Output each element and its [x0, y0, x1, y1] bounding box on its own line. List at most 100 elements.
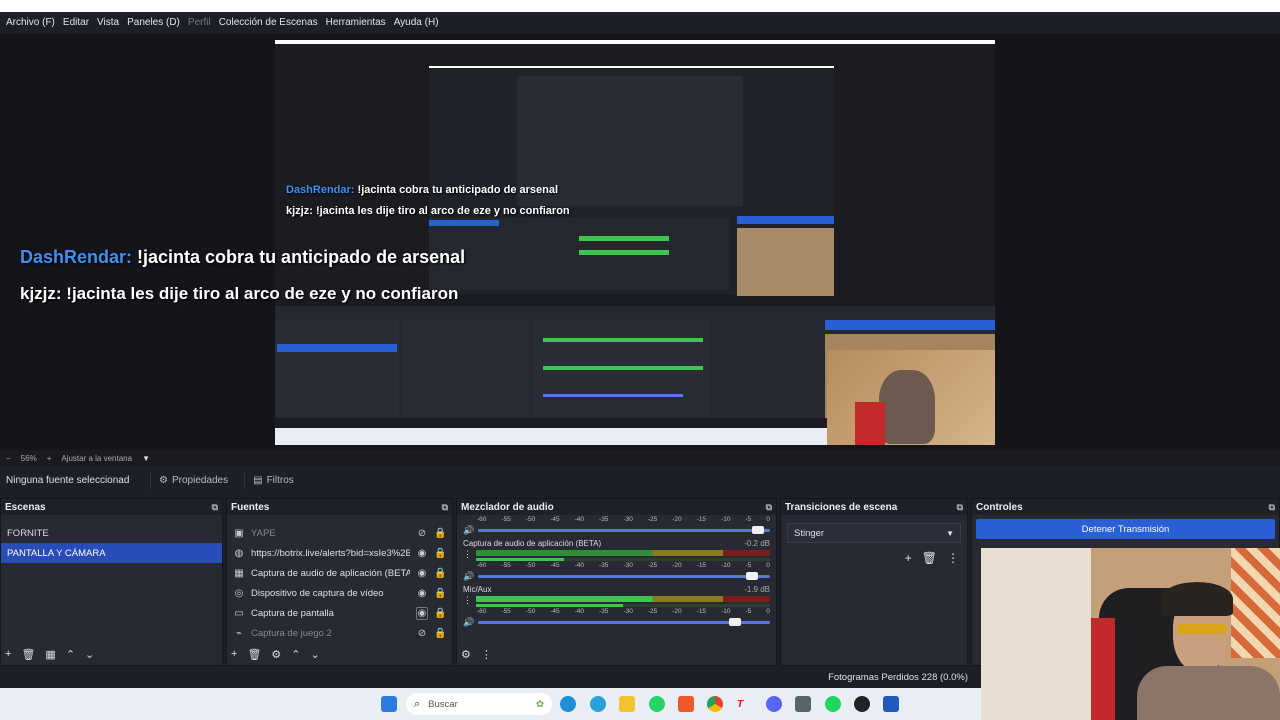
volume-knob[interactable] [728, 617, 741, 626]
chevron-up-icon[interactable]: ⌃ [66, 648, 75, 661]
scale-tick: -45 [550, 562, 560, 569]
stop-streaming-button[interactable]: Detener Transmisión [976, 519, 1275, 539]
chrome-icon[interactable] [707, 696, 723, 712]
camera-icon: ◎ [234, 587, 244, 599]
volume-knob[interactable] [746, 571, 759, 580]
dock-float-icon[interactable]: ⧉ [1269, 502, 1275, 513]
kebab-menu-icon[interactable]: ⋮ [947, 551, 959, 565]
volume-slider[interactable]: 🔊 [463, 617, 770, 627]
kebab-menu-icon[interactable]: ⋮ [481, 648, 492, 661]
edge-icon[interactable] [560, 696, 576, 712]
menu-vista[interactable]: Vista [93, 12, 123, 34]
gear-icon[interactable]: ⚙ [271, 648, 281, 661]
source-name: Captura de audio de aplicación (BETA) [251, 567, 410, 579]
eye-icon[interactable]: ◉ [416, 588, 428, 599]
scale-tick: -60 [477, 516, 487, 523]
speaker-icon[interactable]: 🔊 [463, 571, 474, 582]
lock-icon[interactable]: 🔒 [434, 608, 446, 619]
chevron-down-icon[interactable]: ⌄ [311, 648, 320, 661]
source-item[interactable]: ▭ Captura de pantalla ◉ 🔒 [227, 603, 452, 623]
add-icon[interactable]: + [231, 648, 237, 661]
chevron-down-icon[interactable]: ⌄ [85, 648, 94, 661]
kebab-menu-icon[interactable]: ⋮ [463, 595, 472, 606]
source-item[interactable]: ◍ https://botrix.live/alerts?bid=xsIe3%2B… [227, 543, 452, 563]
text-app-icon[interactable]: T [732, 696, 748, 712]
transition-selected-value: Stinger [794, 527, 825, 539]
menu-perfil[interactable]: Perfil [184, 12, 215, 34]
windows-start-icon[interactable] [381, 696, 397, 712]
word-icon[interactable] [883, 696, 899, 712]
menu-herramientas[interactable]: Herramientas [322, 12, 390, 34]
scale-tick: -5 [745, 608, 752, 615]
calculator-icon[interactable] [795, 696, 811, 712]
eye-icon[interactable]: ◉ [416, 548, 428, 559]
source-item[interactable]: ⌁ Captura de juego 2 ⊘ 🔒 [227, 623, 452, 643]
menu-ayuda[interactable]: Ayuda (H) [390, 12, 443, 34]
zoom-in-button[interactable]: + [47, 454, 52, 463]
speaker-icon[interactable]: 🔊 [463, 617, 474, 628]
chevron-up-icon[interactable]: ⌃ [291, 648, 300, 661]
menu-editar[interactable]: Editar [59, 12, 93, 34]
source-item[interactable]: ◎ Dispositivo de captura de vídeo ◉ 🔒 [227, 583, 452, 603]
menu-coleccion-escenas[interactable]: Colección de Escenas [215, 12, 322, 34]
speaker-icon[interactable]: 🔊 [463, 525, 474, 536]
kebab-menu-icon[interactable]: ⋮ [463, 549, 472, 560]
add-icon[interactable]: + [905, 551, 912, 565]
fit-window-option[interactable]: Ajustar a la ventana [61, 454, 132, 463]
transitions-dock: Transiciones de escena ⧉ Stinger ▼ + 🗑 ⋮ [780, 498, 968, 666]
source-item[interactable]: ▦ Captura de audio de aplicación (BETA) ◉ 🔒 [227, 563, 452, 583]
file-explorer-icon[interactable] [619, 696, 635, 712]
taskbar-search[interactable]: ⌕ Buscar ✿ [406, 693, 552, 715]
audio-meter [476, 550, 770, 556]
scene-item-pantalla-camara[interactable]: PANTALLA Y CÁMARA [1, 543, 222, 563]
discord-icon[interactable] [766, 696, 782, 712]
source-name: https://botrix.live/alerts?bid=xsIe3%2B9 [251, 547, 410, 559]
lock-icon[interactable]: 🔒 [434, 528, 446, 539]
trash-icon[interactable]: 🗑 [247, 648, 261, 661]
eye-icon[interactable]: ◉ [416, 606, 428, 620]
volume-slider[interactable]: 🔊 [463, 571, 770, 581]
transition-select[interactable]: Stinger ▼ [787, 523, 961, 543]
scene-item-fornite[interactable]: FORNITE [1, 523, 222, 543]
menu-paneles[interactable]: Paneles (D) [123, 12, 184, 34]
volume-knob[interactable] [752, 525, 765, 534]
scale-tick: -40 [574, 562, 585, 569]
zoom-out-button[interactable]: − [6, 454, 11, 463]
monitor-icon: ▭ [234, 607, 244, 619]
lock-icon[interactable]: 🔒 [434, 628, 446, 639]
brave-icon[interactable] [678, 696, 694, 712]
chat-line-small-1: DashRendar: !jacinta cobra tu anticipado… [286, 184, 559, 196]
volume-slider[interactable]: 🔊 [463, 525, 770, 535]
scale-tick: 0 [766, 608, 770, 615]
properties-button[interactable]: ⚙ Propiedades [150, 471, 236, 489]
trash-icon[interactable]: 🗑 [21, 648, 35, 661]
stream-preview[interactable]: DashRendar: !jacinta cobra tu anticipado… [275, 40, 995, 445]
source-item[interactable]: ▣ YAPE ⊘ 🔒 [227, 523, 452, 543]
dock-float-icon[interactable]: ⧉ [766, 502, 772, 513]
telegram-icon[interactable] [590, 696, 606, 712]
eye-hidden-icon[interactable]: ⊘ [416, 628, 428, 639]
dock-float-icon[interactable]: ⧉ [957, 502, 963, 513]
eye-icon[interactable]: ◉ [416, 568, 428, 579]
filter-icon[interactable]: ▦ [45, 648, 55, 661]
dock-float-icon[interactable]: ⧉ [212, 502, 218, 513]
channel-db: -1.9 dB [744, 585, 770, 594]
scale-tick: -55 [501, 516, 511, 523]
chevron-down-icon[interactable]: ▼ [142, 454, 150, 463]
mixer-channel-mic: Mic/Aux -1.9 dB ⋮ -60 -55 -50 -45 -40 -35 -30 -2… [463, 581, 770, 627]
eye-hidden-icon[interactable]: ⊘ [416, 528, 428, 539]
whatsapp-icon[interactable] [649, 696, 665, 712]
meter-scale: -60 -55 -50 -45 -40 -35 -30 -25 -20 -15 -10 -5 0 [463, 608, 770, 615]
lock-icon[interactable]: 🔒 [434, 568, 446, 579]
trash-icon[interactable]: 🗑 [922, 551, 937, 565]
spotify-icon[interactable] [825, 696, 841, 712]
lock-icon[interactable]: 🔒 [434, 588, 446, 599]
add-icon[interactable]: + [5, 648, 11, 661]
filters-button[interactable]: ▤ Filtros [244, 471, 302, 489]
advanced-audio-icon[interactable]: ⚙ [461, 648, 471, 661]
dock-float-icon[interactable]: ⧉ [442, 502, 448, 513]
search-highlight-icon: ✿ [536, 698, 544, 710]
lock-icon[interactable]: 🔒 [434, 548, 446, 559]
menu-archivo[interactable]: Archivo (F) [2, 12, 59, 34]
obs-icon[interactable] [854, 696, 870, 712]
